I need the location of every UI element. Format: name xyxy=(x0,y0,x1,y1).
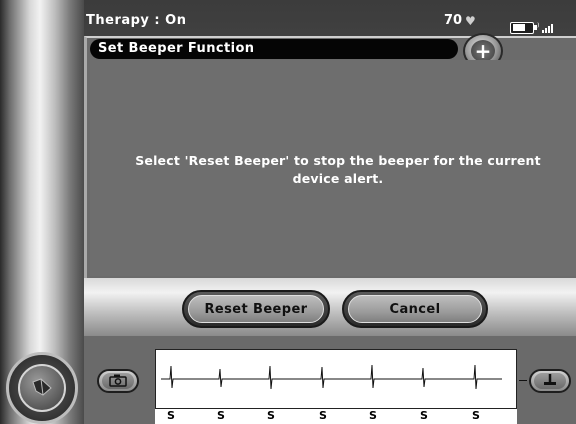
beat-label: S xyxy=(167,409,175,422)
reset-beeper-button[interactable]: Reset Beeper xyxy=(182,290,330,328)
wifi-icon: ⁾ xyxy=(537,22,540,33)
signal-bars-icon xyxy=(542,23,554,33)
event-marker-icon xyxy=(534,373,566,389)
beat-label: S xyxy=(267,409,275,422)
cancel-label: Cancel xyxy=(389,302,441,317)
battery-charging-icon xyxy=(510,22,537,34)
beat-label: S xyxy=(217,409,225,422)
beat-label: S xyxy=(319,409,327,422)
ecg-strip xyxy=(155,349,517,409)
navigation-dial-icon xyxy=(18,364,66,412)
ecg-waveform xyxy=(161,364,502,390)
heart-rate-value: 70 xyxy=(444,13,463,28)
beat-label: S xyxy=(472,409,480,422)
event-marker-button[interactable] xyxy=(529,369,571,393)
dialog-title-bar: Set Beeper Function xyxy=(90,39,458,59)
button-strip xyxy=(84,278,576,336)
camera-icon xyxy=(102,373,134,389)
camera-button[interactable] xyxy=(97,369,139,393)
plus-icon: + xyxy=(471,40,495,62)
dialog-message: Select 'Reset Beeper' to stop the beeper… xyxy=(135,153,541,186)
therapy-status: Therapy : On xyxy=(86,13,187,28)
navigation-dial[interactable] xyxy=(6,352,78,424)
reset-beeper-label: Reset Beeper xyxy=(204,302,308,317)
beat-label: S xyxy=(420,409,428,422)
ecg-beat-row: S S S S S S S xyxy=(155,409,517,424)
status-bar: Therapy : On 70 ♥ ⁾ xyxy=(84,8,576,36)
battery-signal-cluster: ⁾ xyxy=(510,21,576,35)
cancel-button[interactable]: Cancel xyxy=(342,290,488,328)
beat-label: S xyxy=(369,409,377,422)
ecg-trace-tail xyxy=(519,380,527,381)
heart-icon: ♥ xyxy=(465,14,476,28)
dialog-title: Set Beeper Function xyxy=(98,41,255,56)
